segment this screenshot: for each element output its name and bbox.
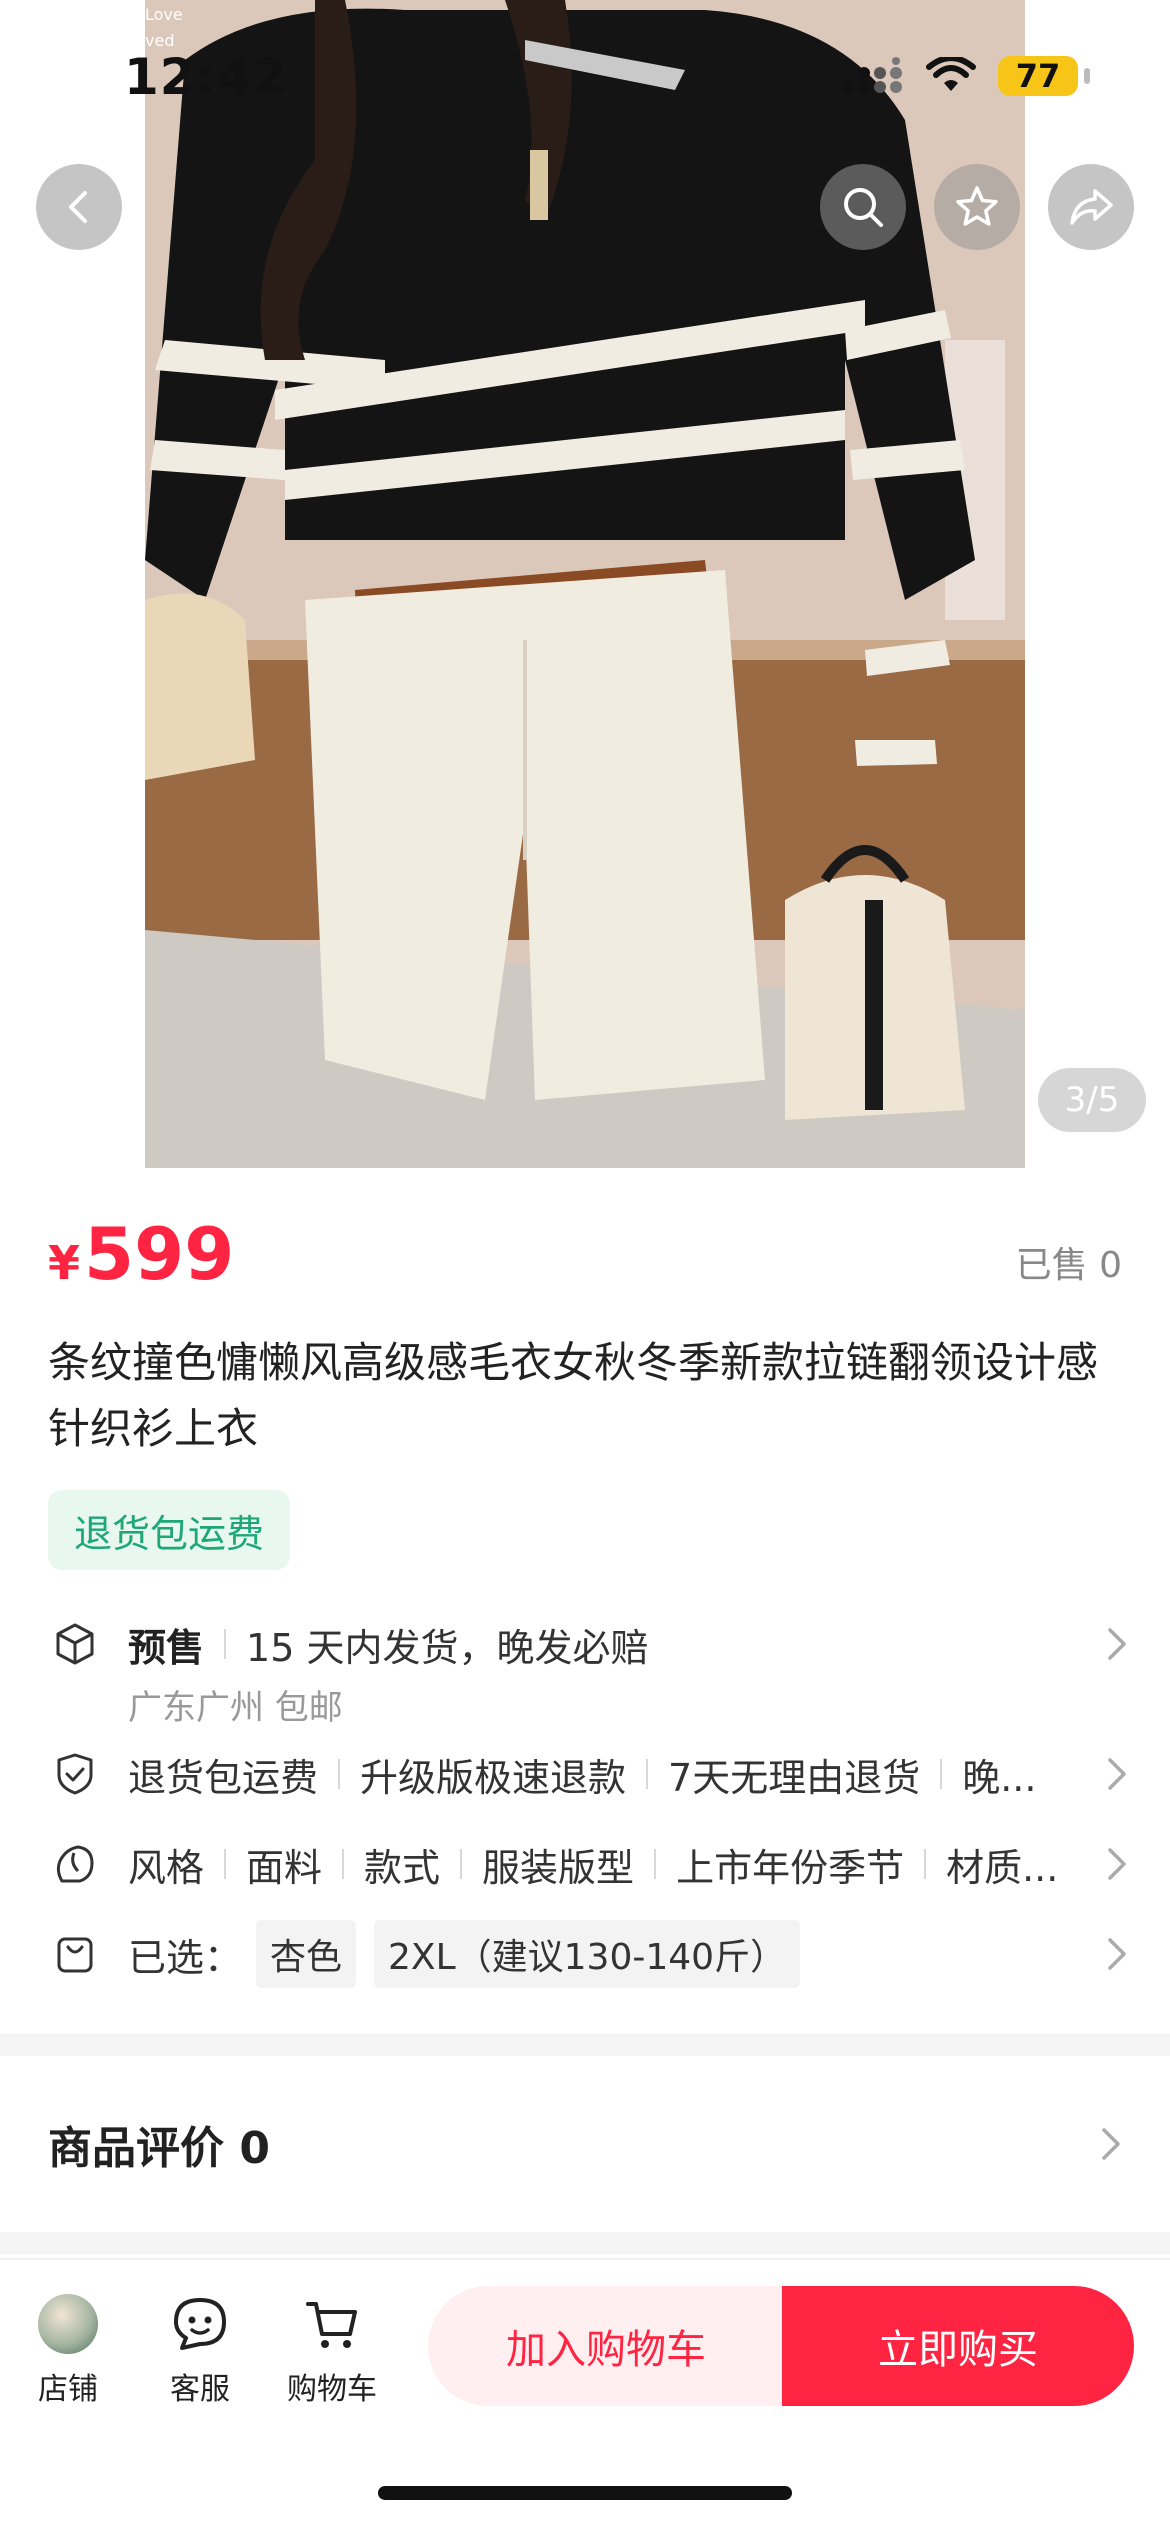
cart-tab-label: 购物车	[287, 2372, 377, 2407]
product-photo[interactable]: Love ved	[145, 0, 1025, 1168]
bag-icon	[48, 1927, 102, 1981]
product-photo-illustration: Love ved	[145, 0, 1025, 1168]
customer-service-tab[interactable]: 客服	[140, 2294, 260, 2408]
search-icon	[844, 188, 883, 227]
reviews-title[interactable]: 商品评价 0	[48, 2112, 270, 2176]
chevron-right-icon[interactable]	[1100, 2126, 1122, 2162]
battery-cap	[1084, 68, 1090, 84]
chevron-right-icon	[1108, 1758, 1126, 1790]
shipping-detail: 15 天内发货，晚发必赔	[246, 1625, 649, 1670]
chevron-right-icon	[1108, 1628, 1126, 1660]
star-icon	[956, 186, 998, 226]
status-time: 12:42	[124, 48, 289, 106]
signal-icon	[842, 57, 902, 93]
share-button[interactable]	[1048, 164, 1134, 250]
services-row[interactable]: 退货包运费 升级版极速退款 7天无理由退货 晚...	[48, 1744, 1128, 1804]
selected-color-chip: 杏色	[256, 1920, 357, 1988]
package-icon	[48, 1617, 102, 1671]
store-avatar	[38, 2294, 98, 2354]
cart-icon	[306, 2302, 357, 2348]
watermark-line: Love	[145, 5, 183, 24]
buy-now-button[interactable]: 立即购买	[782, 2286, 1134, 2406]
shield-icon	[48, 1747, 102, 1801]
chevron-right-icon	[1108, 1848, 1126, 1880]
sold-count: 已售 0	[1015, 1245, 1122, 1286]
param-item: 上市年份季节	[676, 1845, 905, 1890]
param-item: 款式	[364, 1845, 441, 1890]
service-item: 退货包运费	[128, 1755, 319, 1800]
wifi-icon	[926, 57, 976, 91]
param-item: 材质...	[946, 1845, 1059, 1890]
customer-service-label: 客服	[170, 2372, 230, 2407]
service-item: 7天无理由退货	[668, 1755, 921, 1800]
service-item: 晚...	[962, 1755, 1037, 1800]
search-button[interactable]	[820, 164, 906, 250]
cart-tab[interactable]: 购物车	[272, 2294, 392, 2408]
section-divider	[0, 2034, 1170, 2056]
shipping-row[interactable]: 预售 15 天内发货，晚发必赔	[48, 1614, 1128, 1674]
product-title: 条纹撞色慵懒风高级感毛衣女秋冬季新款拉链翻领设计感针织衫上衣	[48, 1338, 1099, 1453]
param-item: 面料	[246, 1845, 323, 1890]
back-icon	[69, 191, 87, 223]
home-indicator	[378, 2486, 792, 2500]
chevron-right-icon	[1108, 1938, 1126, 1970]
presale-label: 预售	[128, 1625, 205, 1670]
service-item: 升级版极速退款	[360, 1755, 627, 1800]
selected-size-chip: 2XL（建议130-140斤）	[374, 1920, 801, 1988]
free-return-tag: 退货包运费	[48, 1490, 291, 1570]
battery-indicator: 77	[998, 56, 1078, 96]
chat-icon	[174, 2298, 226, 2350]
param-item: 服装版型	[482, 1845, 635, 1890]
product-gallery[interactable]: Love ved 12:42 77 3/5	[0, 0, 1170, 1168]
params-row[interactable]: 风格 面料 款式 服装版型 上市年份季节 材质...	[48, 1834, 1128, 1894]
back-button[interactable]	[36, 164, 122, 250]
store-tab[interactable]: 店铺	[8, 2294, 128, 2408]
param-item: 风格	[128, 1845, 205, 1890]
store-tab-label: 店铺	[38, 2372, 98, 2407]
status-indicators: 77	[840, 56, 1090, 96]
favorite-button[interactable]	[934, 164, 1020, 250]
add-to-cart-button[interactable]: 加入购物车	[428, 2286, 784, 2406]
section-divider	[0, 2232, 1170, 2254]
share-icon	[1070, 189, 1113, 225]
shipping-origin: 广东广州 包邮	[128, 1688, 343, 1728]
image-counter: 3/5	[1038, 1068, 1146, 1132]
price: ¥ 599	[48, 1212, 234, 1296]
currency-symbol: ¥	[48, 1236, 81, 1290]
selected-label: 已选：	[128, 1935, 243, 1980]
style-icon	[48, 1837, 102, 1891]
price-value: 599	[84, 1212, 235, 1296]
selected-sku-row[interactable]: 已选： 杏色 2XL（建议130-140斤）	[48, 1920, 1128, 1988]
